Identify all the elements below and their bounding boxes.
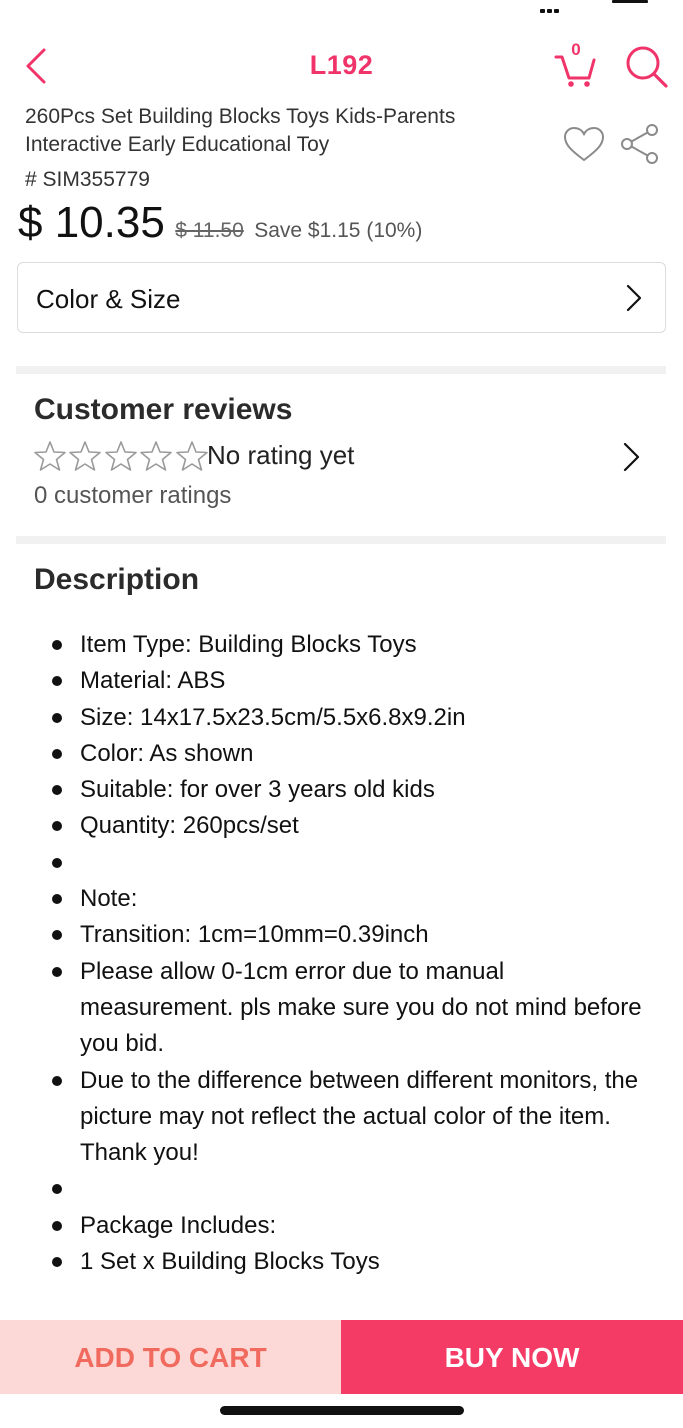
heart-icon: [563, 126, 605, 162]
share-icon: [621, 124, 658, 164]
ratings-count: 0 customer ratings: [34, 482, 232, 509]
original-price: $ 11.50: [175, 219, 244, 242]
list-item: Due to the difference between different …: [48, 1063, 658, 1172]
search-icon: [626, 46, 668, 88]
list-item: Suitable: for over 3 years old kids: [48, 772, 658, 808]
add-to-cart-button[interactable]: ADD TO CART: [0, 1320, 341, 1394]
list-item: [48, 845, 658, 881]
star-outline-icon: [105, 441, 137, 471]
list-item: Item Type: Building Blocks Toys: [48, 627, 658, 663]
description-title: Description: [34, 563, 200, 596]
list-item: Color: As shown: [48, 736, 658, 772]
chevron-right-icon: [623, 442, 640, 472]
search-button[interactable]: [622, 42, 670, 90]
section-divider: [16, 366, 666, 374]
cart-button[interactable]: 0: [553, 40, 597, 88]
list-item: Please allow 0-1cm error due to manual m…: [48, 954, 658, 1063]
favorite-button[interactable]: [562, 126, 606, 164]
signal-icon: [540, 0, 570, 13]
list-item: Note:: [48, 881, 658, 917]
product-sku: # SIM355779: [25, 168, 150, 191]
buy-now-button[interactable]: BUY NOW: [341, 1320, 683, 1394]
savings-text: Save $1.15 (10%): [254, 219, 423, 242]
product-page: L192 0 260Pcs Set Building Blocks Toys K…: [0, 0, 683, 1428]
list-item: Size: 14x17.5x23.5cm/5.5x6.8x9.2in: [48, 700, 658, 736]
star-outline-icon: [140, 441, 173, 471]
reviews-title: Customer reviews: [34, 393, 293, 426]
chevron-right-icon: [626, 284, 642, 312]
rating-stars: [33, 440, 208, 474]
star-outline-icon: [69, 441, 102, 471]
reviews-link[interactable]: [622, 440, 642, 474]
color-size-label: Color & Size: [36, 284, 181, 314]
battery-icon: [612, 0, 648, 3]
color-size-selector[interactable]: Color & Size: [17, 262, 666, 333]
price-row: $ 10.35 $ 11.50 Save $1.15 (10%): [18, 198, 422, 252]
list-item: [48, 1171, 658, 1207]
cart-count-badge: 0: [571, 40, 581, 59]
list-item: 1 Set x Building Blocks Toys: [48, 1244, 658, 1280]
list-item: Package Includes:: [48, 1208, 658, 1244]
status-bar: [0, 0, 683, 13]
section-divider: [16, 536, 666, 544]
product-title: 260Pcs Set Building Blocks Toys Kids-Par…: [25, 105, 456, 156]
star-outline-icon: [34, 441, 66, 471]
description-list: Item Type: Building Blocks Toys Material…: [48, 627, 658, 1280]
home-indicator: [220, 1406, 464, 1415]
action-bar: ADD TO CART BUY NOW: [0, 1320, 683, 1394]
list-item: Material: ABS: [48, 663, 658, 699]
nav-bar: L192 0: [0, 36, 683, 96]
rating-text: No rating yet: [207, 440, 355, 470]
list-item: Transition: 1cm=10mm=0.39inch: [48, 917, 658, 953]
star-outline-icon: [176, 441, 208, 471]
current-price: $ 10.35: [18, 198, 165, 247]
share-button[interactable]: [618, 122, 660, 166]
list-item: Quantity: 260pcs/set: [48, 808, 658, 844]
